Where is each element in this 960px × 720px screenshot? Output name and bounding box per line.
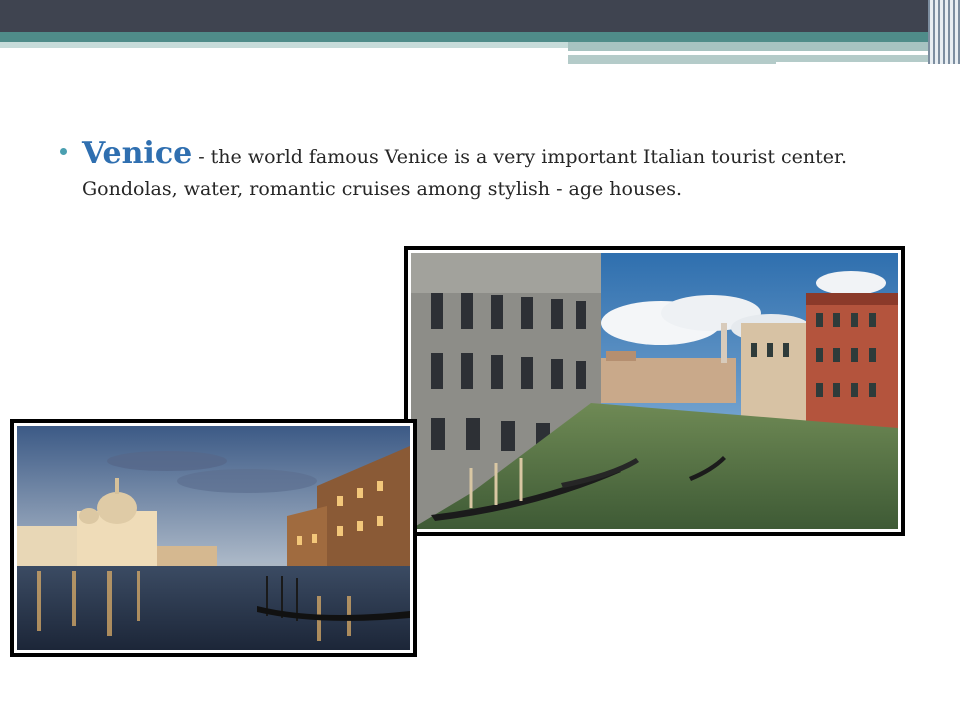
- header-accent-bar: [0, 32, 960, 42]
- bullet-icon: [60, 148, 67, 155]
- photo-grand-canal: [404, 246, 905, 536]
- header-pale-bar: [0, 42, 568, 48]
- header-segment: [776, 62, 928, 64]
- header-segment: [568, 51, 888, 54]
- header-bar: [0, 0, 960, 32]
- bullet-item: Venice - the world famous Venice is a ve…: [60, 138, 860, 205]
- salute-image: [17, 426, 410, 650]
- header-segment: [568, 42, 928, 51]
- bullet-text: Venice - the world famous Venice is a ve…: [82, 138, 860, 205]
- bullet-body: - the world famous Venice is a very impo…: [82, 146, 848, 200]
- bullet-title: Venice: [82, 136, 193, 171]
- grand-canal-image: [411, 253, 898, 529]
- header-stripes: [928, 0, 960, 64]
- photo-salute: [10, 419, 417, 657]
